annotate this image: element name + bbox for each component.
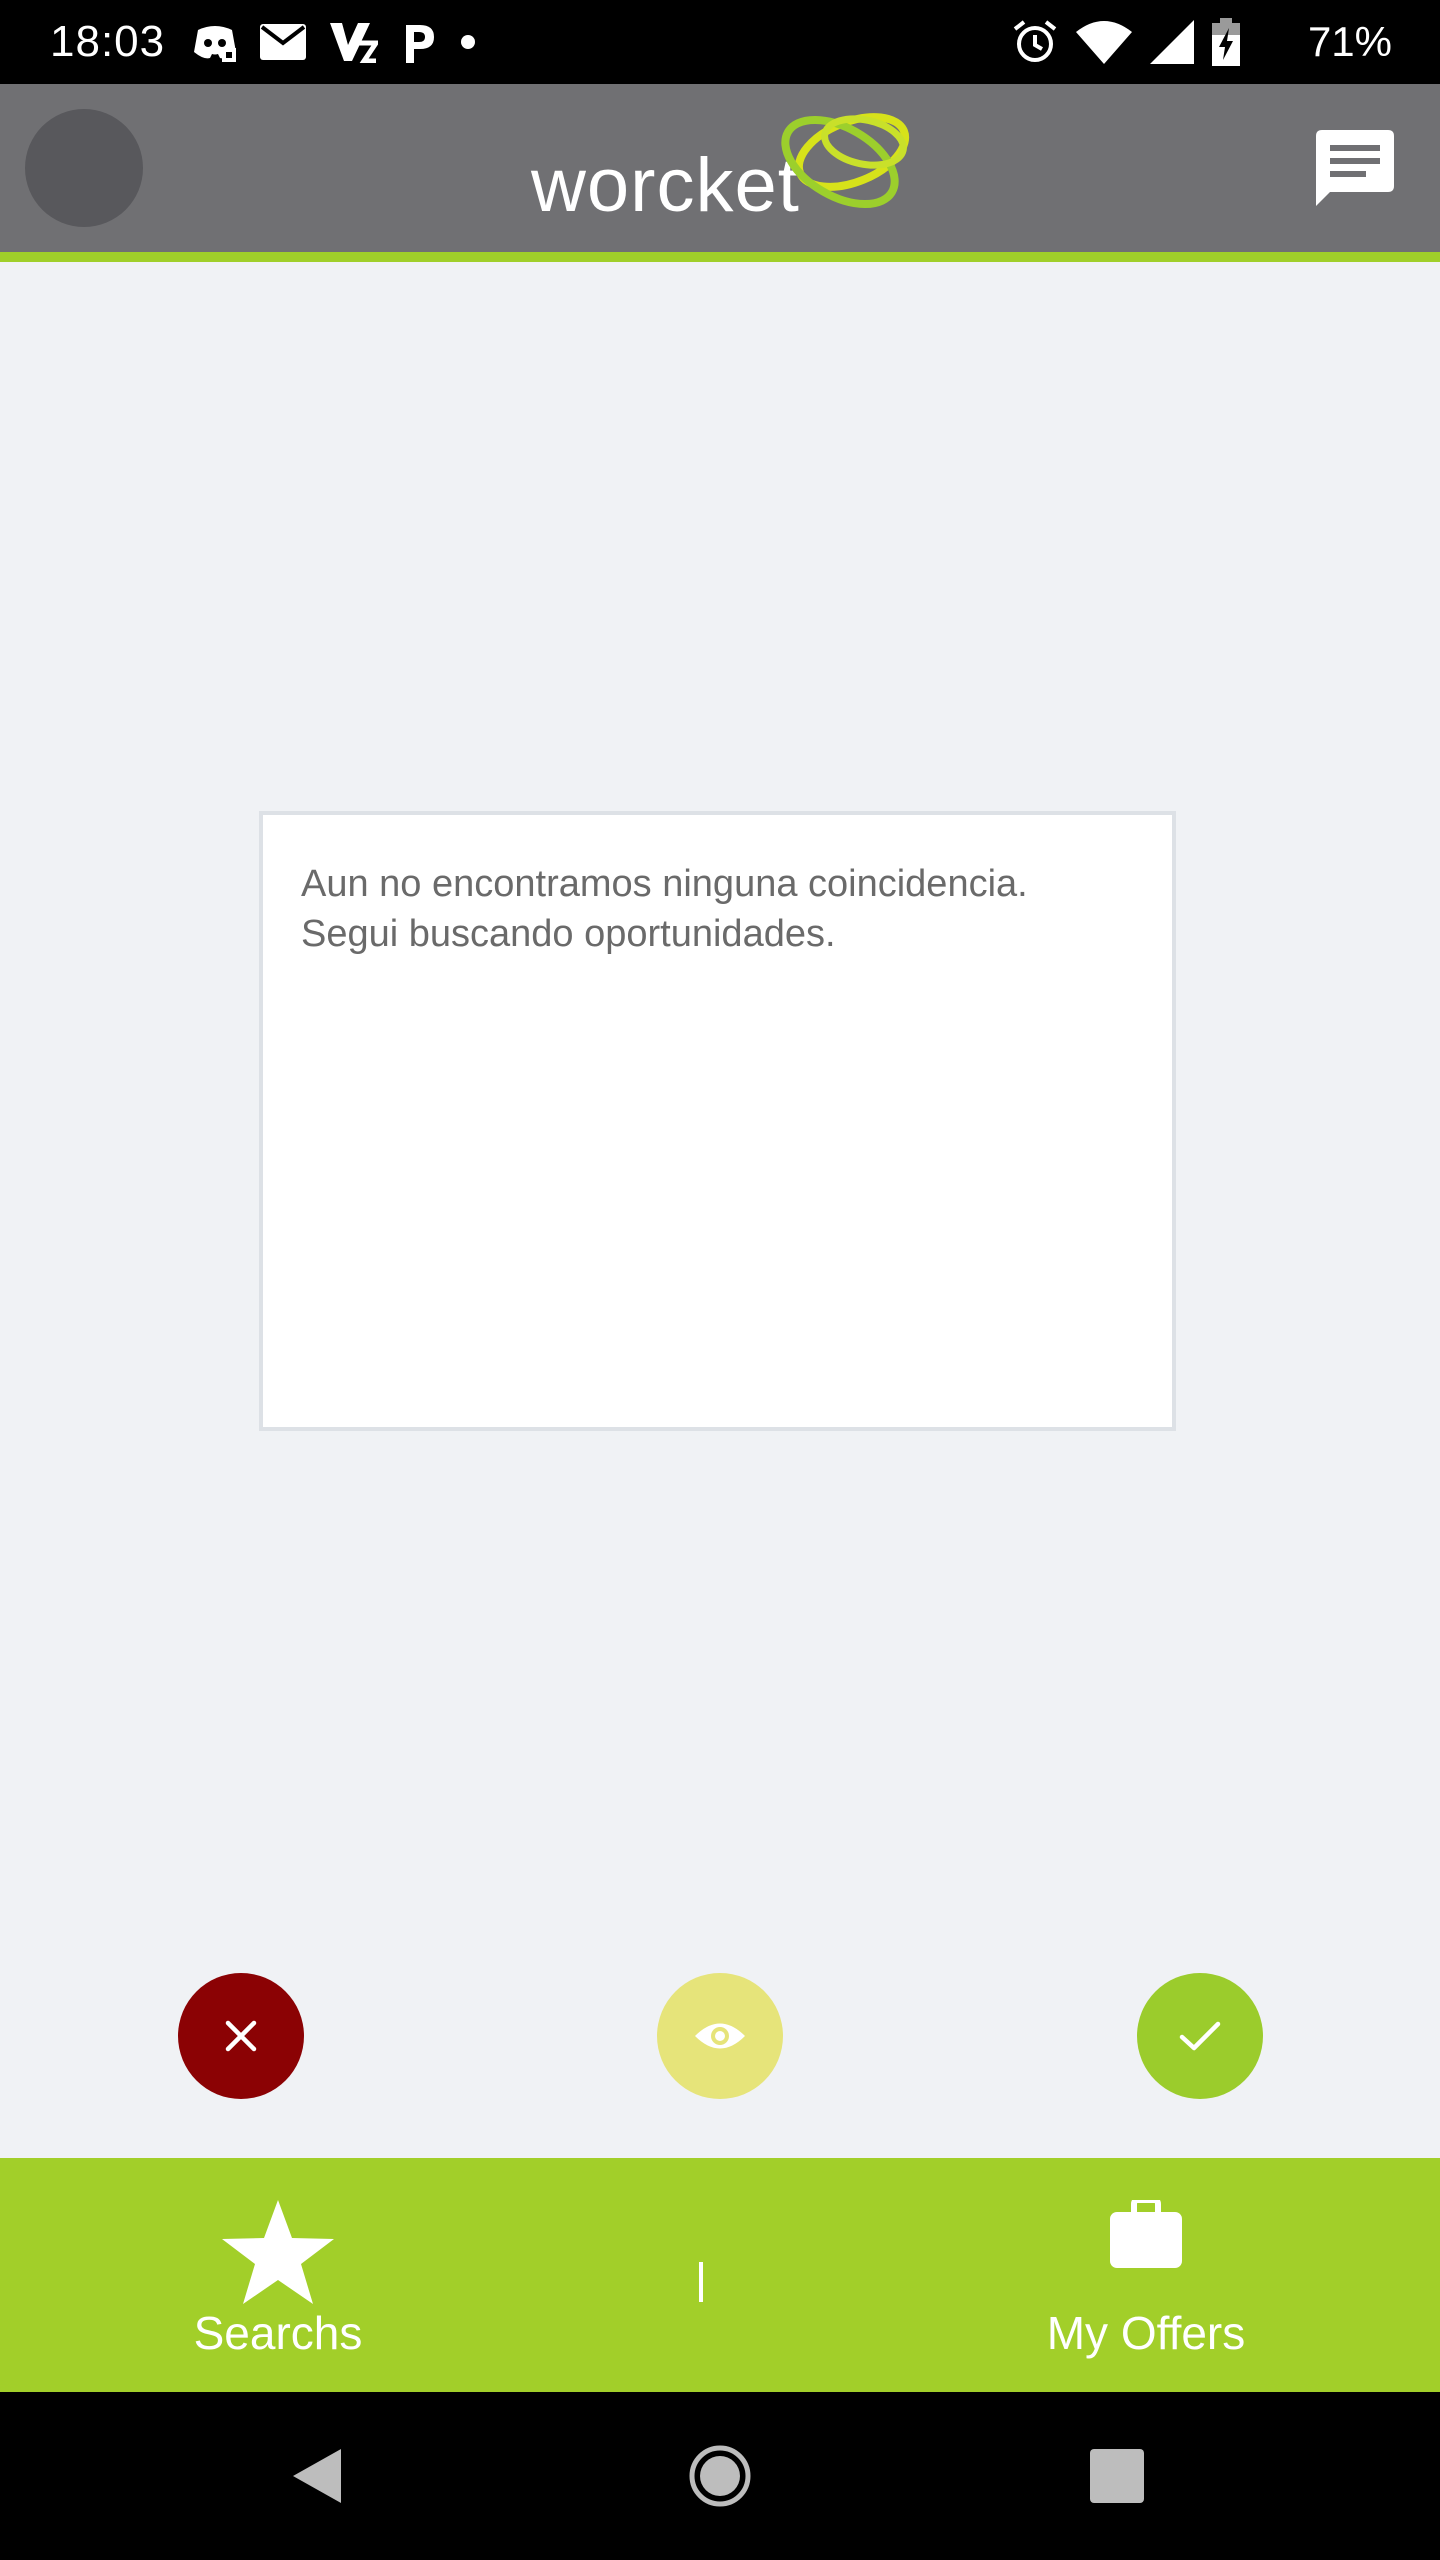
system-navigation-bar xyxy=(0,2392,1440,2560)
eye-icon xyxy=(695,2023,745,2049)
nav-my-offers[interactable]: My Offers xyxy=(1018,2158,1274,2392)
system-recents-button[interactable] xyxy=(1047,2392,1187,2560)
avatar[interactable] xyxy=(25,109,143,227)
signal-icon xyxy=(1150,20,1194,64)
bottom-navigation: Searchs My Offers xyxy=(0,2158,1440,2392)
no-matches-card: Aun no encontramos ninguna coincidencia.… xyxy=(259,811,1176,1431)
vscode-icon xyxy=(330,23,378,63)
briefcase-icon xyxy=(1110,2200,1182,2268)
nav-searchs-label: Searchs xyxy=(193,2307,363,2359)
mail-icon xyxy=(260,24,306,60)
logo-swirl-icon xyxy=(781,113,910,209)
accept-button[interactable] xyxy=(1137,1973,1263,2099)
wifi-icon xyxy=(1076,21,1132,64)
battery-percent: 71% xyxy=(1307,18,1392,65)
dot-icon xyxy=(461,35,475,49)
status-time: 18:03 xyxy=(50,17,166,66)
home-icon xyxy=(689,2445,751,2507)
nav-divider xyxy=(699,2262,703,2302)
reject-button[interactable] xyxy=(178,1973,304,2099)
no-matches-message: Aun no encontramos ninguna coincidencia.… xyxy=(301,859,1141,959)
close-icon xyxy=(225,2020,257,2052)
worcket-logo: worcket xyxy=(525,100,915,240)
alarm-icon xyxy=(1013,20,1057,62)
nav-searchs[interactable]: Searchs xyxy=(150,2158,406,2392)
view-button[interactable] xyxy=(657,1973,783,2099)
discord-icon xyxy=(194,26,236,62)
chat-button[interactable] xyxy=(1316,130,1394,206)
status-system-icons xyxy=(1012,16,1240,68)
back-icon xyxy=(293,2449,341,2503)
no-matches-line-1: Aun no encontramos ninguna coincidencia. xyxy=(301,863,1028,905)
no-matches-line-2: Segui buscando oportunidades. xyxy=(301,913,836,955)
recents-icon xyxy=(1090,2449,1144,2503)
battery-charging-icon xyxy=(1212,18,1240,66)
status-notification-icons xyxy=(192,18,478,66)
p-app-icon xyxy=(406,25,434,63)
status-bar: 18:03 71% xyxy=(0,0,1440,84)
system-home-button[interactable] xyxy=(650,2392,790,2560)
chat-icon xyxy=(1316,130,1394,206)
nav-my-offers-label: My Offers xyxy=(1046,2307,1246,2359)
system-back-button[interactable] xyxy=(247,2392,387,2560)
header-accent-bar xyxy=(0,252,1440,262)
check-icon xyxy=(1179,2021,1221,2051)
star-icon xyxy=(222,2200,334,2304)
